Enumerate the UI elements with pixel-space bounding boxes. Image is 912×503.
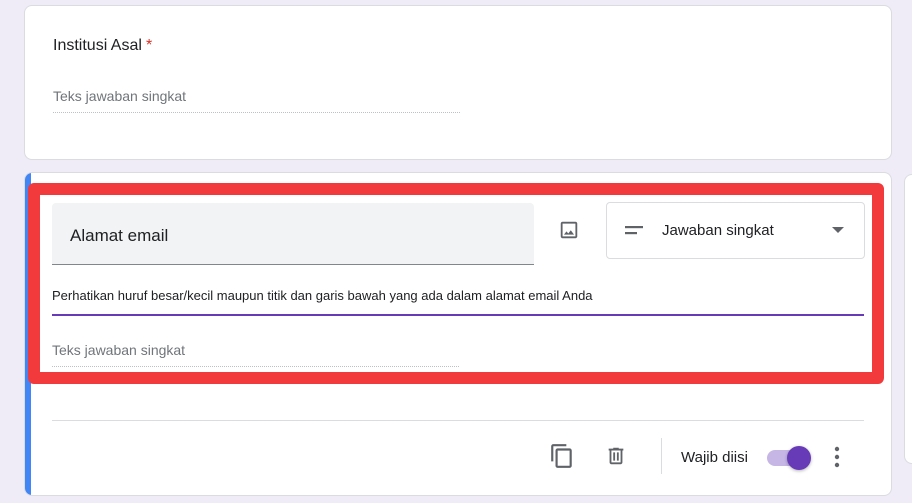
question-title: Institusi Asal *	[53, 37, 152, 55]
more-vert-icon[interactable]	[832, 446, 842, 468]
short-answer-placeholder: Teks jawaban singkat	[53, 88, 460, 113]
delete-icon[interactable]	[605, 444, 627, 468]
question-title-text: Institusi Asal	[53, 37, 142, 54]
question-title-text: Alamat email	[70, 226, 169, 245]
short-text-icon	[625, 226, 643, 235]
duplicate-icon[interactable]	[549, 442, 575, 470]
toggle-thumb	[787, 446, 811, 470]
required-asterisk: *	[145, 37, 153, 54]
required-label: Wajib diisi	[681, 449, 748, 466]
question-type-select[interactable]: Jawaban singkat	[606, 202, 865, 259]
short-answer-placeholder: Teks jawaban singkat	[52, 342, 459, 367]
question-card-institusi[interactable]: Institusi Asal * Teks jawaban singkat	[24, 5, 892, 160]
question-title-input[interactable]: Alamat email	[52, 203, 534, 265]
question-type-label: Jawaban singkat	[662, 222, 774, 239]
required-toggle[interactable]	[767, 446, 811, 470]
question-description-input[interactable]: Perhatikan huruf besar/kecil maupun titi…	[52, 288, 864, 316]
dropdown-arrow-icon	[832, 227, 844, 233]
active-card-indicator	[25, 173, 31, 495]
side-toolbar-edge	[904, 174, 912, 464]
footer-vertical-divider	[661, 438, 662, 474]
footer-divider	[52, 420, 864, 421]
image-icon[interactable]	[558, 219, 580, 241]
